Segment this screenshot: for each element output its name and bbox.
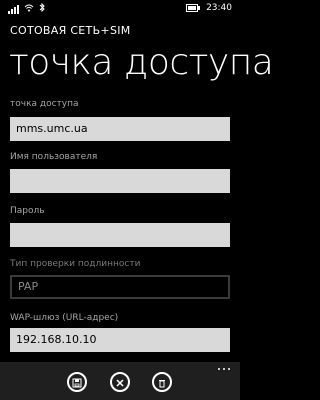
app-title: СОТОВАЯ СЕТЬ+SIM	[10, 24, 131, 37]
delete-icon	[157, 373, 167, 392]
cancel-icon	[115, 373, 125, 392]
username-input[interactable]	[10, 169, 230, 193]
clock: 23:40	[206, 3, 232, 13]
apn-input[interactable]: mms.umc.ua	[10, 117, 230, 141]
wap-gateway-label: WAP-шлюз (URL-адрес)	[10, 313, 119, 323]
bluetooth-icon	[39, 2, 45, 15]
cancel-button[interactable]	[110, 372, 130, 392]
signal-icon	[8, 4, 19, 14]
apn-label: точка доступа	[10, 99, 79, 109]
delete-button[interactable]	[152, 372, 172, 392]
more-icon[interactable]	[218, 368, 230, 370]
save-button[interactable]	[67, 372, 87, 392]
auth-type-select[interactable]: PAP	[10, 275, 230, 299]
save-icon	[72, 373, 82, 392]
auth-type-label: Тип проверки подлинности	[10, 259, 141, 269]
page-title: точка доступа	[9, 42, 274, 83]
app-bar	[0, 362, 240, 400]
screen: 23:40 СОТОВАЯ СЕТЬ+SIM точка доступа точ…	[0, 0, 274, 400]
status-bar: 23:40	[0, 0, 240, 18]
wap-gateway-input[interactable]: 192.168.10.10	[10, 328, 230, 352]
password-input[interactable]	[10, 223, 230, 247]
wifi-icon	[24, 4, 34, 15]
battery-icon	[186, 4, 201, 12]
password-label: Пароль	[10, 206, 45, 216]
username-label: Имя пользователя	[10, 152, 98, 162]
